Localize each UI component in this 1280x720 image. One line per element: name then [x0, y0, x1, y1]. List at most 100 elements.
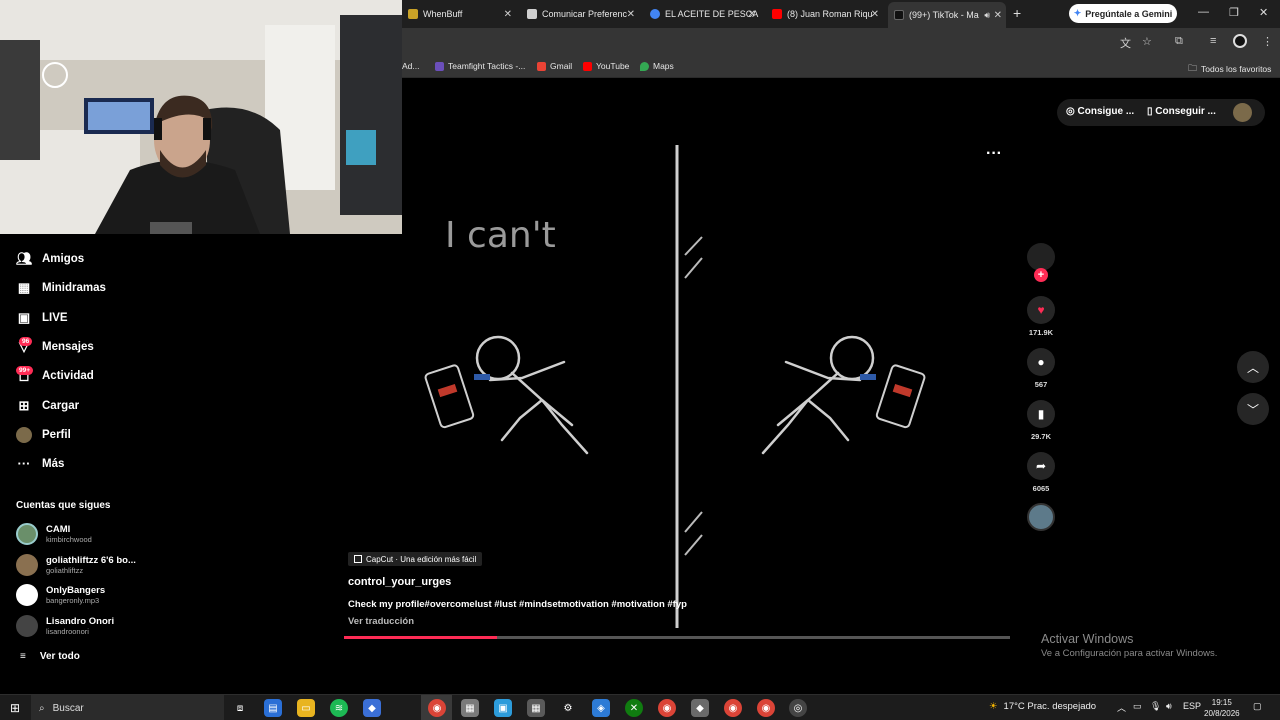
- close-tab-icon[interactable]: ✕: [504, 9, 512, 20]
- all-favorites-folder[interactable]: 🗀 Todos los favoritos: [1188, 61, 1271, 77]
- chrome-icon[interactable]: ◉: [428, 699, 446, 717]
- capcut-tag[interactable]: CapCut · Una edición más fácil: [348, 552, 483, 566]
- video-caption-overlay: I can't: [445, 215, 556, 256]
- save-button[interactable]: ▮ 29.7K: [1027, 400, 1055, 441]
- close-tab-icon[interactable]: ✕: [748, 9, 756, 20]
- bookmark-ad[interactable]: Ad...: [402, 61, 419, 71]
- following-account[interactable]: goliathliftzz 6'6 bo... goliathliftzz: [16, 554, 136, 576]
- sidebar-item-perfil[interactable]: Perfil: [16, 427, 71, 443]
- comment-icon: ●: [1027, 348, 1055, 376]
- messages-badge: 96: [19, 337, 33, 346]
- tab-favicon-icon: [527, 9, 537, 19]
- minimize-icon[interactable]: —: [1198, 6, 1209, 18]
- bookmark-maps[interactable]: Maps: [640, 61, 674, 71]
- weather-icon: ☀: [989, 701, 998, 712]
- chevron-up-icon[interactable]: ︿: [1117, 701, 1126, 714]
- media-icon[interactable]: ≡: [1210, 35, 1216, 47]
- film-icon: ▦: [17, 280, 31, 295]
- xbox-icon[interactable]: ✕: [625, 699, 643, 717]
- video-progress-bar[interactable]: [344, 636, 1010, 639]
- language-indicator[interactable]: ESP: [1183, 701, 1201, 711]
- app-icon[interactable]: ◆: [363, 699, 381, 717]
- tab-tiktok[interactable]: (99+) TikTok - Ma 🔊︎ ✕: [888, 2, 1006, 28]
- tab-whenbuff[interactable]: WhenBuff ✕: [402, 4, 516, 24]
- network-icon[interactable]: ▭: [1133, 701, 1142, 712]
- tab-comunicar[interactable]: Comunicar Preferenc ✕: [521, 4, 639, 24]
- live-icon: ▣: [17, 310, 31, 325]
- video-author[interactable]: control_your_urges: [348, 576, 451, 588]
- extensions-icon[interactable]: ⧉: [1175, 35, 1183, 48]
- sidebar-item-cargar[interactable]: ⊞ Cargar: [16, 398, 80, 414]
- bookmark-gmail[interactable]: Gmail: [537, 61, 572, 71]
- bookmark-youtube[interactable]: YouTube: [583, 61, 629, 71]
- creator-avatar: [1027, 243, 1055, 271]
- close-tab-icon[interactable]: ✕: [627, 9, 635, 20]
- gemini-icon: ✦: [1073, 8, 1082, 18]
- next-video-button[interactable]: ﹀: [1237, 393, 1269, 425]
- file-explorer-icon[interactable]: ▭: [297, 699, 315, 717]
- creator-avatar-button[interactable]: [1027, 243, 1055, 271]
- tab-youtube[interactable]: (8) Juan Roman Riqu ✕: [766, 4, 883, 24]
- more-options-icon[interactable]: ···: [986, 145, 1002, 163]
- volume-icon[interactable]: 🔊︎: [1166, 701, 1172, 712]
- tab-aceite[interactable]: EL ACEITE DE PESCA ✕: [644, 4, 760, 24]
- close-window-icon[interactable]: ✕: [1259, 6, 1268, 19]
- user-avatar[interactable]: [1233, 103, 1252, 122]
- like-button[interactable]: ♥ 171.9K: [1027, 296, 1055, 337]
- following-account[interactable]: Lisandro Onori lisandroonori: [16, 615, 114, 637]
- restore-icon[interactable]: ❐: [1229, 6, 1239, 19]
- weather-widget[interactable]: ☀ 17°C Prac. despejado: [989, 701, 1096, 712]
- sidebar-item-live[interactable]: ▣ LIVE: [16, 310, 68, 326]
- taskbar-search[interactable]: ⌕ Buscar: [31, 695, 224, 720]
- chrome-icon[interactable]: ◉: [757, 699, 775, 717]
- twitch-icon: [435, 61, 444, 71]
- app-icon[interactable]: ◆: [691, 699, 709, 717]
- friends-icon: 👥︎: [16, 251, 33, 266]
- spotify-icon[interactable]: ≋: [330, 699, 348, 717]
- video-description: Check my profile#overcomelust #lust #min…: [348, 599, 687, 610]
- close-tab-icon[interactable]: ✕: [994, 10, 1002, 21]
- calculator-icon[interactable]: ▦: [527, 699, 545, 717]
- new-tab-button[interactable]: +: [1013, 5, 1021, 21]
- clock[interactable]: 19:15 20/8/2026: [1204, 697, 1240, 719]
- get-coins-button[interactable]: ◎ Consigue ...: [1066, 106, 1134, 117]
- chrome-icon[interactable]: ◉: [658, 699, 676, 717]
- video-player[interactable]: [402, 80, 1022, 640]
- task-view-icon[interactable]: ⧈: [231, 699, 249, 717]
- sidebar-item-amigos[interactable]: 👥︎ Amigos: [16, 251, 84, 267]
- follow-plus-button[interactable]: +: [1034, 268, 1048, 282]
- chrome-icon[interactable]: ◉: [724, 699, 742, 717]
- star-icon[interactable]: ☆: [1142, 35, 1152, 48]
- music-disc-icon: [1027, 503, 1055, 531]
- translate-icon[interactable]: 文: [1120, 35, 1131, 51]
- sidebar-item-minidramas[interactable]: ▦ Minidramas: [16, 280, 106, 296]
- notifications-icon[interactable]: ▢: [1253, 701, 1262, 712]
- profile-icon: [16, 427, 32, 443]
- share-button[interactable]: ➦ 6065: [1027, 452, 1055, 493]
- app-icon[interactable]: ▣: [494, 699, 512, 717]
- get-app-button[interactable]: ▯ Conseguir ...: [1147, 106, 1216, 117]
- app-icon[interactable]: ◈: [592, 699, 610, 717]
- previous-video-button[interactable]: ︿: [1237, 351, 1269, 383]
- app-icon[interactable]: ▦: [461, 699, 479, 717]
- microphone-icon[interactable]: 🎙︎: [1150, 701, 1161, 712]
- music-disc-button[interactable]: [1027, 503, 1055, 531]
- comment-button[interactable]: ● 567: [1027, 348, 1055, 389]
- speaker-icon[interactable]: 🔊︎: [984, 10, 990, 21]
- windows-start-icon[interactable]: ⊞: [10, 701, 20, 715]
- settings-icon[interactable]: ⚙: [559, 699, 577, 717]
- gemini-button[interactable]: ✦ Pregúntale a Gemini: [1069, 4, 1177, 23]
- browser-profile-avatar[interactable]: [1233, 34, 1247, 48]
- menu-icon[interactable]: ⋮: [1262, 35, 1273, 48]
- store-icon[interactable]: ▤: [264, 699, 282, 717]
- bookmark-teamfight[interactable]: Teamfight Tactics -...: [435, 61, 525, 71]
- following-account[interactable]: CAMI kimbirchwood: [16, 523, 92, 545]
- app-icon[interactable]: ◎: [789, 699, 807, 717]
- sidebar-item-mas[interactable]: ··· Más: [16, 456, 65, 471]
- following-account[interactable]: OnlyBangers bangeronly.mp3: [16, 584, 105, 606]
- translate-link[interactable]: Ver traducción: [348, 616, 414, 627]
- google-icon: [650, 9, 660, 19]
- see-all-link[interactable]: ≡ Ver todo: [20, 651, 80, 662]
- close-tab-icon[interactable]: ✕: [871, 9, 879, 20]
- tab-favicon-icon: [408, 9, 418, 19]
